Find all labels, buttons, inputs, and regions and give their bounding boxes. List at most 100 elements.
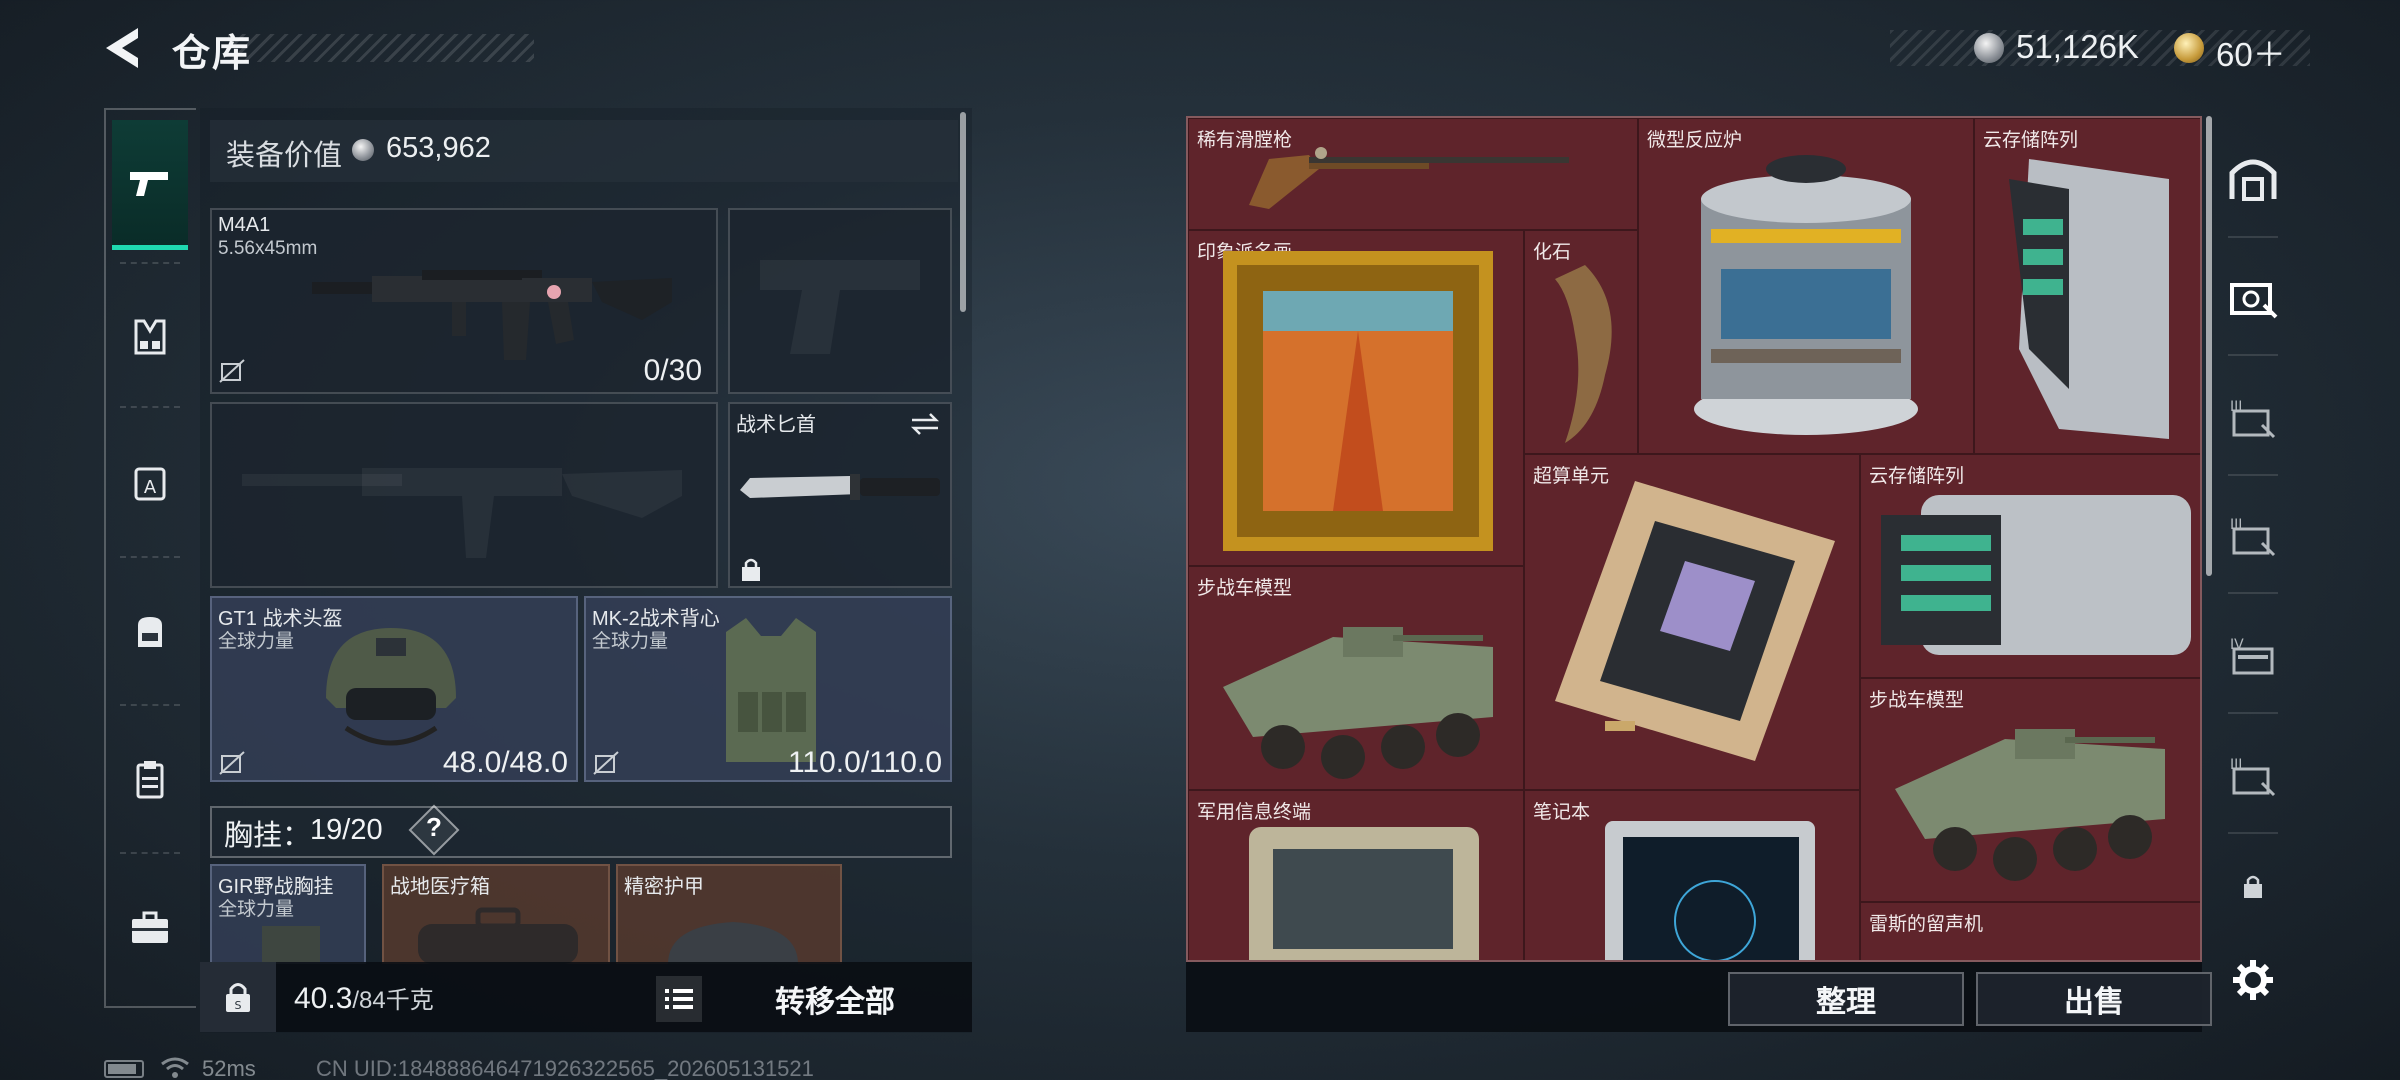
- storage-item-military-terminal[interactable]: 军用信息终端: [1188, 790, 1524, 960]
- storage-scrollbar[interactable]: [2206, 116, 2212, 576]
- storage-tab-3[interactable]: III: [2214, 480, 2292, 590]
- token-amount[interactable]: 60＋: [2216, 28, 2286, 76]
- storage-item-ifv-model[interactable]: 步战车模型: [1188, 566, 1524, 790]
- pistol-icon: [130, 171, 168, 196]
- chest-item-rig[interactable]: GIR野战胸挂 全球力量: [210, 864, 366, 964]
- m4a1-rifle-icon: [312, 270, 672, 360]
- silver-coin-icon: [352, 139, 374, 161]
- melee-name: 战术匕首: [736, 414, 816, 436]
- category-divider: [120, 556, 180, 558]
- impressionist-painting-icon: [1223, 251, 1493, 551]
- storage-item-ifv-model[interactable]: 步战车模型: [1860, 678, 2200, 902]
- svg-text:A: A: [144, 477, 157, 498]
- medkit-icon: [418, 907, 578, 964]
- category-divider: [120, 406, 180, 408]
- silver-coin-icon: [1974, 33, 2004, 63]
- lock-icon: [2244, 875, 2262, 898]
- back-arrow-icon[interactable]: [100, 24, 148, 72]
- equipment-scrollbar[interactable]: [960, 112, 966, 312]
- svg-text:III: III: [2230, 399, 2242, 415]
- category-case[interactable]: [112, 862, 188, 992]
- gold-token-icon: [2174, 33, 2204, 63]
- sell-button[interactable]: 出售: [1976, 972, 2212, 1026]
- sidearm-slot-empty[interactable]: [728, 208, 952, 394]
- category-pouch[interactable]: [112, 714, 188, 844]
- lock-icon: [742, 558, 760, 581]
- chest-rig-icon: [262, 926, 320, 962]
- storage-tab-4[interactable]: IV: [2214, 600, 2292, 710]
- storage-item-laptop[interactable]: 笔记本: [1524, 790, 1860, 960]
- armor-case-icon: A: [134, 467, 166, 501]
- storage-tab-2[interactable]: III: [2214, 362, 2292, 472]
- svg-text:III: III: [2230, 757, 2242, 773]
- item-name: 步战车模型: [1197, 578, 1293, 599]
- storage-item-cloud-array[interactable]: 云存储阵列: [1860, 454, 2200, 678]
- tab-divider: [2228, 712, 2278, 714]
- settings-icon: [2233, 960, 2273, 1000]
- chest-item-armor-plate[interactable]: 精密护甲: [616, 864, 842, 964]
- category-chest-rig[interactable]: [112, 272, 188, 402]
- backpack-icon: [138, 617, 162, 647]
- primary-weapon-slot[interactable]: M4A1 5.56x45mm 0/30: [210, 208, 718, 394]
- storage-item-painting[interactable]: 印象派名画: [1188, 230, 1524, 566]
- chest-item-medkit[interactable]: 战地医疗箱: [382, 864, 610, 964]
- micro-reactor-icon: [1694, 155, 1918, 435]
- category-armor[interactable]: A: [112, 418, 188, 548]
- sort-button[interactable]: 整理: [1728, 972, 1964, 1026]
- category-weapons[interactable]: [112, 120, 188, 250]
- category-backpack[interactable]: [112, 566, 188, 696]
- storage-item-fossil[interactable]: 化石: [1524, 230, 1638, 454]
- money-amount[interactable]: 51,126K: [2016, 28, 2139, 66]
- transfer-all-button[interactable]: 转移全部: [720, 976, 950, 1022]
- rare-musket-icon: [1249, 147, 1569, 209]
- weight-capacity: /84千克: [352, 987, 434, 1014]
- list-icon: [665, 989, 693, 1009]
- helmet-faction: 全球力量: [218, 631, 295, 652]
- tab-divider: [2228, 354, 2278, 356]
- storage-tab-1[interactable]: [2214, 242, 2292, 352]
- storage-tab-home[interactable]: [2214, 124, 2292, 234]
- user-uid: CN UID:1848886464719263225​65_2026051315…: [316, 1056, 814, 1080]
- clipboard-icon: [136, 761, 164, 799]
- network-latency: 52ms: [202, 1056, 256, 1080]
- settings-button[interactable]: [2214, 930, 2292, 1030]
- storage-4-icon: IV: [2230, 637, 2274, 675]
- no-insurance-icon: [219, 359, 245, 383]
- tab-divider: [2228, 832, 2278, 834]
- helmet-slot[interactable]: GT1 战术头盔 全球力量 48.0/48.0: [210, 596, 578, 782]
- no-insurance-icon: [593, 751, 619, 775]
- tab-divider: [2228, 592, 2278, 594]
- list-view-button[interactable]: [656, 976, 702, 1022]
- vest-icon: [134, 319, 166, 355]
- weight-current: 40.3: [294, 982, 353, 1015]
- armor-faction: 全球力量: [592, 631, 669, 652]
- laptop-icon: [1605, 821, 1815, 960]
- category-divider: [120, 852, 180, 854]
- help-label: ?: [426, 812, 442, 842]
- no-insurance-icon: [219, 751, 245, 775]
- storage-tab-5[interactable]: III: [2214, 720, 2292, 830]
- storage-item-cloud-array[interactable]: 云存储阵列: [1974, 118, 2200, 454]
- supercomputer-unit-icon: [1555, 481, 1835, 761]
- storage-item-gramophone[interactable]: 雷斯的留声机: [1860, 902, 2200, 960]
- body-armor-slot[interactable]: MK-2战术背心 全球力量 110.0/110.0: [584, 596, 952, 782]
- category-divider: [120, 704, 180, 706]
- storage-grid: 稀有滑膛枪 微型反应炉 云存储阵列 印: [1186, 116, 2202, 962]
- tactical-knife-icon: [740, 474, 940, 500]
- storage-tab-locked[interactable]: [2214, 846, 2292, 926]
- chest-item-name: 战地医疗箱: [390, 876, 490, 898]
- swap-icon[interactable]: [910, 412, 940, 436]
- storage-5-icon: III: [2230, 757, 2276, 797]
- storage-item-supercomputer[interactable]: 超算单元: [1524, 454, 1860, 790]
- armor-durability: 110.0/110.0: [787, 746, 942, 779]
- secondary-weapon-slot-empty[interactable]: [210, 402, 718, 588]
- svg-text:S: S: [235, 999, 242, 1012]
- melee-slot[interactable]: 战术匕首: [728, 402, 952, 588]
- storage-1-icon: [2230, 283, 2278, 319]
- lock-equipment-button[interactable]: S: [200, 962, 276, 1032]
- storage-item-micro-reactor[interactable]: 微型反应炉: [1638, 118, 1974, 454]
- wifi-icon: [161, 1057, 189, 1078]
- category-divider: [120, 262, 180, 264]
- cloud-storage-array-icon: [2009, 159, 2169, 439]
- storage-item-musket[interactable]: 稀有滑膛枪: [1188, 118, 1638, 230]
